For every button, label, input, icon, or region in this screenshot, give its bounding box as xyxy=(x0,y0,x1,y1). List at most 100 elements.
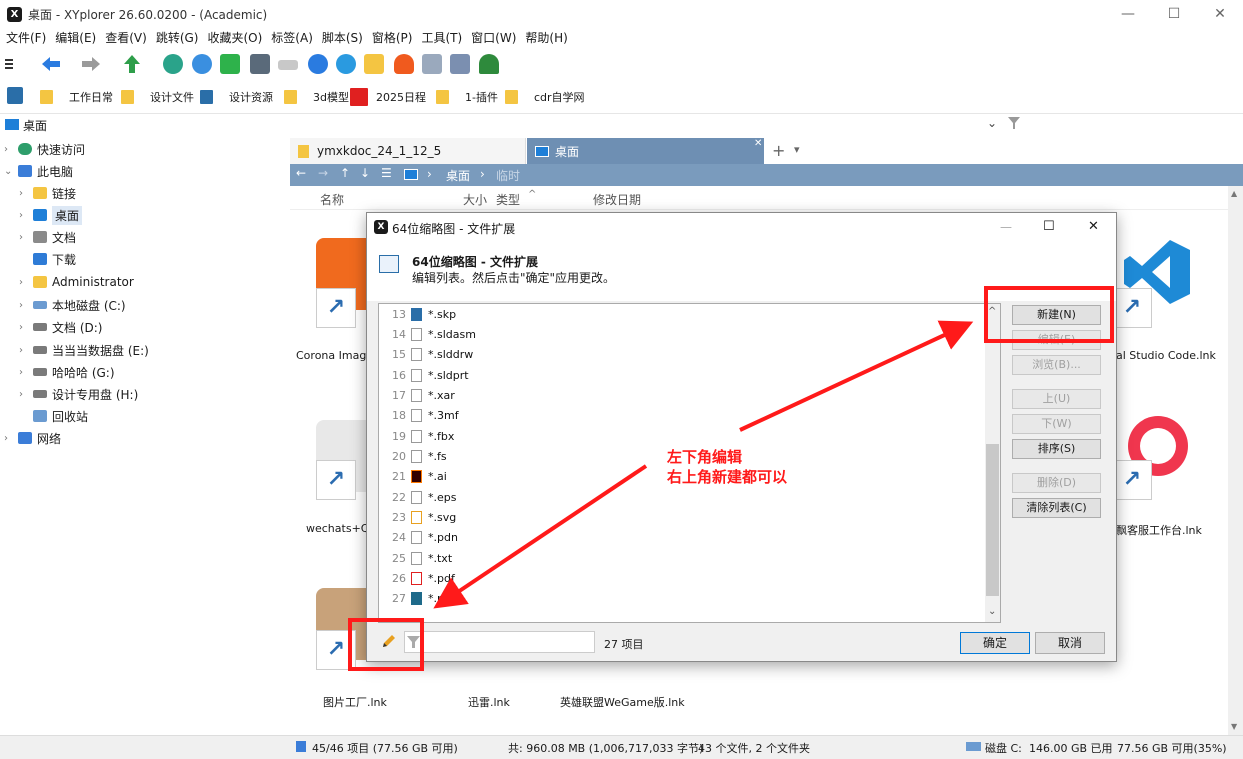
fav-design-resources[interactable]: 设计资源 xyxy=(200,88,273,106)
tree-item-recycle-bin[interactable]: 回收站 xyxy=(19,406,88,426)
delete-button[interactable]: 删除(D) xyxy=(1012,473,1101,493)
tree-item-drive-e[interactable]: › 当当当数据盘 (E:) xyxy=(19,340,149,360)
search-icon[interactable] xyxy=(308,54,328,74)
list-item[interactable]: 17 *.xar xyxy=(379,385,984,405)
breadcrumb-temp[interactable]: 临时 xyxy=(496,167,520,184)
maximize-button[interactable]: ☐ xyxy=(1151,0,1197,28)
grid-view-icon[interactable] xyxy=(450,54,470,74)
move-up-button[interactable]: 上(U) xyxy=(1012,389,1101,409)
tree-item-network[interactable]: › 网络 xyxy=(4,428,61,448)
tree-item-downloads[interactable]: 下载 xyxy=(19,249,76,269)
tab-ymxkdoc[interactable]: ymxkdoc_24_1_12_5 xyxy=(290,138,526,164)
find-files-icon[interactable] xyxy=(336,54,356,74)
menu-tools[interactable]: 工具(T) xyxy=(415,28,465,48)
list-item[interactable]: 19 *.fbx xyxy=(379,426,984,446)
menu-scripting[interactable]: 脚本(S) xyxy=(316,28,366,48)
forward-arrow-icon[interactable] xyxy=(80,54,100,74)
calculator-icon[interactable] xyxy=(422,54,442,74)
list-item[interactable]: 23 *.svg xyxy=(379,507,984,527)
tree-item-drive-d[interactable]: › 文档 (D:) xyxy=(19,317,102,337)
menu-tabs[interactable]: 标签(A) xyxy=(265,28,316,48)
filter-input[interactable] xyxy=(404,631,595,653)
up-nav-icon[interactable]: ↑ xyxy=(340,166,350,180)
tree-item-drive-g[interactable]: › 哈哈哈 (G:) xyxy=(19,362,115,382)
tree-item-links[interactable]: › 链接 xyxy=(19,183,76,203)
dialog-close-button[interactable]: ✕ xyxy=(1088,219,1099,234)
tree-item-quick-access[interactable]: › 快速访问 xyxy=(4,139,85,159)
tree-item-drive-c[interactable]: › 本地磁盘 (C:) xyxy=(19,295,126,315)
sync-icon[interactable] xyxy=(220,54,240,74)
minimize-button[interactable]: — xyxy=(1105,0,1151,28)
down-nav-icon[interactable]: ↓ xyxy=(360,166,370,180)
dialog-minimize-button[interactable]: — xyxy=(1000,220,1012,234)
ok-button[interactable]: 确定 xyxy=(960,632,1030,654)
tab-list-dropdown[interactable]: ▾ xyxy=(794,143,800,156)
refresh-icon[interactable] xyxy=(192,54,212,74)
scroll-down-icon[interactable]: ▼ xyxy=(1231,722,1237,731)
monitor-icon[interactable] xyxy=(250,54,270,74)
menu-edit[interactable]: 编辑(E) xyxy=(49,28,99,48)
list-item[interactable]: 15 *.slddrw xyxy=(379,344,984,364)
list-item[interactable]: 16 *.sldprt xyxy=(379,365,984,385)
list-item[interactable]: 14 *.sldasm xyxy=(379,324,984,344)
tree-item-drive-h[interactable]: › 设计专用盘 (H:) xyxy=(19,384,138,404)
hamburger-menu-icon[interactable] xyxy=(4,54,16,74)
fav-work[interactable]: 工作日常 xyxy=(40,88,113,106)
close-button[interactable]: ✕ xyxy=(1197,0,1243,28)
clear-list-button[interactable]: 清除列表(C) xyxy=(1012,498,1101,518)
list-item[interactable]: 22 *.eps xyxy=(379,487,984,507)
scroll-up-icon[interactable]: ▲ xyxy=(1231,189,1237,198)
menu-favorites[interactable]: 收藏夹(O) xyxy=(201,28,265,48)
move-down-button[interactable]: 下(W) xyxy=(1012,414,1101,434)
cancel-button[interactable]: 取消 xyxy=(1035,632,1105,654)
address-dropdown-icon[interactable]: ⌄ xyxy=(987,116,997,130)
tab-desktop[interactable]: 桌面 ✕ xyxy=(527,138,764,164)
address-bar[interactable]: 桌面 ⌄ xyxy=(0,113,1243,135)
hot-list-icon[interactable] xyxy=(394,54,414,74)
fav-plugins[interactable]: 1-插件 xyxy=(436,88,498,106)
fav-3d-models[interactable]: 3d模型 xyxy=(284,88,349,106)
list-item[interactable]: 13 *.skp xyxy=(379,304,984,324)
sort-button[interactable]: 排序(S) xyxy=(1012,439,1101,459)
list-item[interactable]: 27 *.m xyxy=(379,588,984,608)
tree-item-this-pc[interactable]: ⌄ 此电脑 xyxy=(4,161,73,181)
breadcrumb-desktop[interactable]: 桌面 xyxy=(446,167,470,184)
menu-go[interactable]: 跳转(G) xyxy=(150,28,202,48)
menu-panes[interactable]: 窗格(P) xyxy=(366,28,416,48)
menu-file[interactable]: 文件(F) xyxy=(0,28,49,48)
filter-icon[interactable] xyxy=(1008,116,1020,130)
fav-design-files[interactable]: 设计文件 xyxy=(121,88,194,106)
list-item[interactable]: 24 *.pdn xyxy=(379,527,984,547)
tree-icon[interactable] xyxy=(479,54,499,74)
scroll-thumb[interactable] xyxy=(986,444,999,596)
menu-window[interactable]: 窗口(W) xyxy=(465,28,519,48)
menu-lines-icon[interactable]: ☰ xyxy=(381,166,392,180)
tab-close-icon[interactable]: ✕ xyxy=(754,138,762,149)
list-scrollbar[interactable]: ^ ⌄ xyxy=(985,304,1000,622)
browse-button[interactable]: 浏览(B)... xyxy=(1012,355,1101,375)
dialog-maximize-button[interactable]: ☐ xyxy=(1043,219,1055,234)
scroll-down-icon[interactable]: ⌄ xyxy=(988,606,996,617)
col-modified[interactable]: 修改日期 xyxy=(593,191,641,208)
col-size[interactable]: 大小 xyxy=(463,191,487,208)
tree-item-documents[interactable]: › 文档 xyxy=(19,227,76,247)
fav-cdr[interactable]: cdr自学网 xyxy=(505,88,585,106)
back-arrow-icon[interactable] xyxy=(40,54,60,74)
add-tab-button[interactable]: + xyxy=(772,141,785,160)
settings-gear-icon[interactable] xyxy=(163,54,183,74)
file-list-scrollbar[interactable]: ▲ ▼ xyxy=(1228,186,1243,735)
list-item[interactable]: 26 *.pdf xyxy=(379,568,984,588)
new-folder-icon[interactable] xyxy=(364,54,384,74)
menu-help[interactable]: 帮助(H) xyxy=(519,28,570,48)
tree-item-administrator[interactable]: › Administrator xyxy=(19,272,134,292)
add-favorite-icon[interactable] xyxy=(7,87,23,104)
back-nav-icon[interactable]: ← xyxy=(296,166,306,180)
up-arrow-icon[interactable] xyxy=(122,54,142,74)
address-input[interactable]: 桌面 xyxy=(23,117,47,134)
fav-2025-schedule[interactable]: 2025日程 xyxy=(350,88,426,106)
col-name[interactable]: 名称 xyxy=(320,191,344,208)
forward-nav-icon[interactable]: → xyxy=(318,166,328,180)
menu-view[interactable]: 查看(V) xyxy=(99,28,150,48)
col-type[interactable]: 类型 xyxy=(496,191,520,208)
list-item[interactable]: 18 *.3mf xyxy=(379,405,984,425)
